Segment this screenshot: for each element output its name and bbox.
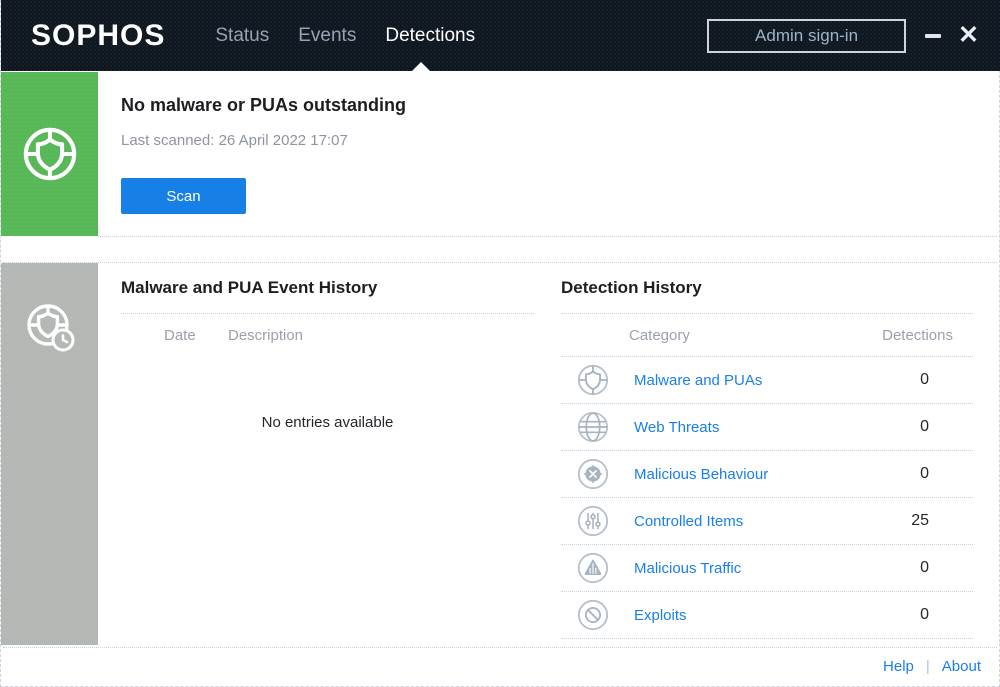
detection-count: 0 [920, 606, 973, 624]
sophos-logo: SOPHOS [31, 19, 165, 53]
main-nav: Status Events Detections [215, 25, 475, 47]
malicious-traffic-icon [576, 551, 610, 585]
detection-history-title: Detection History [561, 278, 973, 313]
shield-history-icon [22, 299, 78, 355]
malware-shield-icon [576, 363, 610, 397]
detection-history-panel: Detection History Category Detections Ma… [561, 278, 973, 639]
detection-count: 0 [920, 418, 973, 436]
exploits-blocked-icon [576, 598, 610, 632]
active-tab-pointer [412, 62, 430, 71]
detection-link[interactable]: Web Threats [634, 419, 920, 436]
detection-link[interactable]: Malware and PUAs [634, 372, 920, 389]
column-header-detections: Detections [882, 327, 973, 344]
detection-link[interactable]: Controlled Items [634, 513, 911, 530]
title-bar: SOPHOS Status Events Detections Admin si… [1, 0, 1000, 71]
footer-separator: | [926, 658, 930, 675]
detection-history-header-row: Category Detections [561, 314, 973, 356]
scan-button[interactable]: Scan [121, 178, 246, 214]
app-window: SOPHOS Status Events Detections Admin si… [0, 0, 1000, 687]
table-row-controlled-items[interactable]: Controlled Items 25 [561, 497, 973, 544]
admin-sign-in-button[interactable]: Admin sign-in [707, 19, 906, 53]
event-history-header-row: Date Description [121, 314, 534, 356]
controlled-items-icon [576, 504, 610, 538]
detection-count: 0 [920, 465, 973, 483]
section-divider-bottom [3, 262, 997, 263]
malicious-behaviour-icon [576, 457, 610, 491]
detection-count: 0 [920, 559, 973, 577]
table-row-malware-and-puas[interactable]: Malware and PUAs 0 [561, 356, 973, 403]
web-threats-globe-icon [576, 410, 610, 444]
window-controls: ✕ [906, 19, 979, 53]
minimize-icon[interactable] [924, 19, 942, 53]
detection-link[interactable]: Malicious Traffic [634, 560, 920, 577]
detection-link[interactable]: Exploits [634, 607, 920, 624]
detection-count: 0 [920, 371, 973, 389]
history-side-panel [1, 263, 98, 645]
shield-target-icon [21, 125, 79, 183]
event-history-title: Malware and PUA Event History [121, 278, 534, 313]
tab-detections[interactable]: Detections [385, 25, 475, 47]
column-header-date: Date [121, 327, 228, 344]
event-history-panel: Malware and PUA Event History Date Descr… [121, 278, 534, 431]
detection-count: 25 [911, 512, 973, 530]
status-title: No malware or PUAs outstanding [121, 95, 406, 116]
empty-state-text: No entries available [121, 414, 534, 431]
tab-events[interactable]: Events [298, 25, 356, 47]
table-row-web-threats[interactable]: Web Threats 0 [561, 403, 973, 450]
table-row-malicious-behaviour[interactable]: Malicious Behaviour 0 [561, 450, 973, 497]
last-scanned-text: Last scanned: 26 April 2022 17:07 [121, 132, 348, 149]
status-side-panel [1, 72, 98, 236]
column-header-category: Category [561, 327, 882, 344]
footer-bar: Help | About [3, 647, 997, 684]
table-row-malicious-traffic[interactable]: Malicious Traffic 0 [561, 544, 973, 591]
column-header-description: Description [228, 327, 303, 344]
about-link[interactable]: About [942, 658, 981, 675]
section-divider-top [98, 236, 997, 237]
help-link[interactable]: Help [883, 658, 914, 675]
detection-link[interactable]: Malicious Behaviour [634, 466, 920, 483]
close-icon[interactable]: ✕ [958, 23, 979, 48]
tab-status[interactable]: Status [215, 25, 269, 47]
table-row-exploits[interactable]: Exploits 0 [561, 591, 973, 638]
